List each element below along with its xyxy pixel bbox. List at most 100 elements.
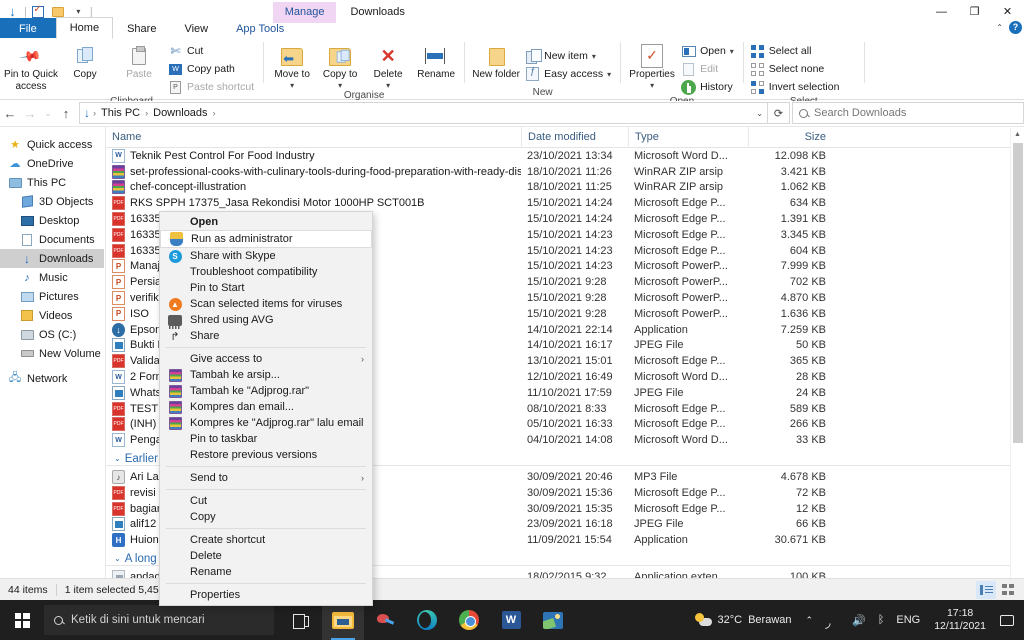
- forward-button[interactable]: →: [20, 102, 40, 124]
- select-none-button[interactable]: Select none: [748, 60, 845, 78]
- sidebar-item-this-pc[interactable]: This PC: [0, 173, 104, 192]
- microsoft-word-icon[interactable]: [490, 600, 532, 640]
- paste-shortcut-button[interactable]: P Paste shortcut: [166, 78, 259, 96]
- chevron-down-icon[interactable]: ▾: [338, 81, 342, 90]
- tab-home[interactable]: Home: [55, 17, 114, 39]
- tab-view[interactable]: View: [170, 18, 222, 39]
- move-to-button[interactable]: ⬅ Move to ▾: [268, 41, 316, 90]
- history-button[interactable]: History: [679, 78, 739, 96]
- menu-item-shred-using-avg[interactable]: Shred using AVG: [160, 312, 372, 329]
- chevron-up-icon[interactable]: ⌃: [800, 600, 820, 640]
- menu-item-kompres-dan-email[interactable]: Kompres dan email...: [160, 399, 372, 415]
- menu-item-tambah-ke-adjprog-rar[interactable]: Tambah ke "Adjprog.rar": [160, 383, 372, 399]
- easy-access-button[interactable]: Easy access ▾: [523, 65, 616, 83]
- sidebar-item-desktop[interactable]: Desktop: [0, 211, 104, 230]
- paste-button[interactable]: Paste: [112, 41, 166, 96]
- menu-item-troubleshoot-compatibility[interactable]: Troubleshoot compatibility: [160, 264, 372, 280]
- large-icons-view-icon[interactable]: [998, 581, 1018, 599]
- table-row[interactable]: Teknik Pest Control For Food Industry 23/…: [106, 148, 1024, 164]
- sidebar-item-os-c[interactable]: OS (C:): [0, 325, 104, 344]
- menu-item-kompres-ke-adjprog-rar-lalu-email[interactable]: Kompres ke "Adjprog.rar" lalu email: [160, 415, 372, 431]
- taskbar-search-input[interactable]: Ketik di sini untuk mencari: [44, 605, 274, 635]
- details-view-icon[interactable]: [976, 580, 996, 599]
- column-header-size[interactable]: Size: [748, 127, 834, 148]
- start-icon[interactable]: [0, 600, 44, 640]
- help-icon[interactable]: ?: [1009, 20, 1022, 34]
- breadcrumb-this-pc[interactable]: This PC: [98, 106, 143, 120]
- menu-item-properties[interactable]: Properties: [160, 587, 372, 603]
- sidebar-item-new-volume-e[interactable]: New Volume (E:): [0, 344, 104, 363]
- menu-item-scan-selected-items-for-viruses[interactable]: ▲ Scan selected items for viruses: [160, 296, 372, 312]
- sidebar-item-videos[interactable]: Videos: [0, 306, 104, 325]
- crumb-separator[interactable]: ›: [213, 108, 216, 118]
- collapse-ribbon-icon[interactable]: ⌃: [996, 23, 1003, 32]
- paint-icon[interactable]: [364, 600, 406, 640]
- notification-icon[interactable]: [994, 600, 1020, 640]
- menu-item-delete[interactable]: Delete: [160, 548, 372, 564]
- clock[interactable]: 17:18 12/11/2021: [926, 607, 994, 633]
- rename-button[interactable]: Rename: [412, 41, 460, 90]
- vertical-scrollbar[interactable]: ▲ ▼: [1010, 127, 1024, 597]
- cut-button[interactable]: ✄ Cut: [166, 42, 259, 60]
- menu-item-give-access-to[interactable]: Give access to ›: [160, 351, 372, 367]
- language-indicator[interactable]: ENG: [890, 600, 926, 640]
- chevron-down-icon[interactable]: ▾: [290, 81, 294, 90]
- chevron-down-icon[interactable]: ▾: [650, 81, 654, 90]
- wifi-icon[interactable]: [819, 600, 846, 640]
- menu-item-copy[interactable]: Copy: [160, 509, 372, 525]
- invert-selection-button[interactable]: Invert selection: [748, 78, 845, 96]
- copy-button[interactable]: Copy: [58, 41, 112, 96]
- tab-app-tools[interactable]: App Tools: [222, 18, 298, 39]
- column-header-type[interactable]: Type: [628, 127, 748, 148]
- copy-to-button[interactable]: Copy to ▾: [316, 41, 364, 90]
- bluetooth-icon[interactable]: ᛒ: [872, 600, 891, 640]
- sidebar-item-downloads[interactable]: ↓ Downloads: [0, 249, 104, 268]
- copy-path-button[interactable]: W Copy path: [166, 60, 259, 78]
- photos-icon[interactable]: [532, 600, 574, 640]
- menu-item-create-shortcut[interactable]: Create shortcut: [160, 532, 372, 548]
- chevron-down-icon[interactable]: ▾: [730, 47, 734, 56]
- menu-item-pin-to-taskbar[interactable]: Pin to taskbar: [160, 431, 372, 447]
- edit-button[interactable]: Edit: [679, 60, 739, 78]
- chevron-down-icon[interactable]: ⌄: [114, 454, 121, 463]
- menu-item-run-as-administrator[interactable]: Run as administrator: [160, 230, 372, 248]
- search-input[interactable]: Search Downloads: [792, 102, 1024, 124]
- google-chrome-icon[interactable]: [448, 600, 490, 640]
- weather-widget[interactable]: 32°C Berawan: [686, 613, 800, 627]
- table-row[interactable]: RKS SPPH 17375_Jasa Rekondisi Motor 1000…: [106, 195, 1024, 211]
- chevron-down-icon[interactable]: ▾: [592, 52, 596, 61]
- up-button[interactable]: ↑: [56, 102, 76, 124]
- chevron-down-icon[interactable]: ⌄: [114, 554, 121, 563]
- menu-item-rename[interactable]: Rename: [160, 564, 372, 580]
- column-header-date-modified[interactable]: Date modified: [521, 127, 628, 148]
- tab-file[interactable]: File: [0, 18, 56, 39]
- recent-locations-button[interactable]: ⌄: [40, 102, 56, 124]
- column-header-name[interactable]: Name: [106, 127, 521, 148]
- new-item-button[interactable]: New item ▾: [523, 47, 616, 65]
- breadcrumb[interactable]: ↓ › This PC › Downloads › ⌄: [79, 102, 768, 124]
- crumb-separator[interactable]: ›: [145, 108, 148, 118]
- menu-item-restore-previous-versions[interactable]: Restore previous versions: [160, 447, 372, 463]
- sidebar-item-music[interactable]: ♪ Music: [0, 268, 104, 287]
- address-dropdown-icon[interactable]: ⌄: [756, 109, 763, 118]
- sidebar-item-documents[interactable]: Documents: [0, 230, 104, 249]
- select-all-button[interactable]: Select all: [748, 42, 845, 60]
- menu-item-open[interactable]: Open: [160, 214, 372, 230]
- menu-item-pin-to-start[interactable]: Pin to Start: [160, 280, 372, 296]
- refresh-button[interactable]: ⟳: [768, 102, 790, 124]
- open-button[interactable]: Open ▾: [679, 42, 739, 60]
- scrollbar-thumb[interactable]: [1013, 143, 1023, 443]
- back-button[interactable]: ←: [0, 102, 20, 124]
- scroll-up-icon[interactable]: ▲: [1011, 127, 1024, 141]
- file-explorer-icon[interactable]: [322, 600, 364, 640]
- breadcrumb-downloads[interactable]: Downloads: [150, 106, 210, 120]
- task-view-icon[interactable]: [280, 600, 322, 640]
- menu-item-share[interactable]: ↱ Share: [160, 328, 372, 344]
- new-folder-button[interactable]: New folder: [469, 41, 523, 87]
- properties-button[interactable]: Properties ▾: [625, 41, 679, 96]
- volume-icon[interactable]: 🔊: [846, 600, 872, 640]
- tab-share[interactable]: Share: [113, 18, 170, 39]
- pin-to-quick-access-button[interactable]: 📌 Pin to Quick access: [4, 41, 58, 96]
- sidebar-item-3d-objects[interactable]: 3D Objects: [0, 192, 104, 211]
- sidebar-item-quick-access[interactable]: ★ Quick access: [0, 135, 104, 154]
